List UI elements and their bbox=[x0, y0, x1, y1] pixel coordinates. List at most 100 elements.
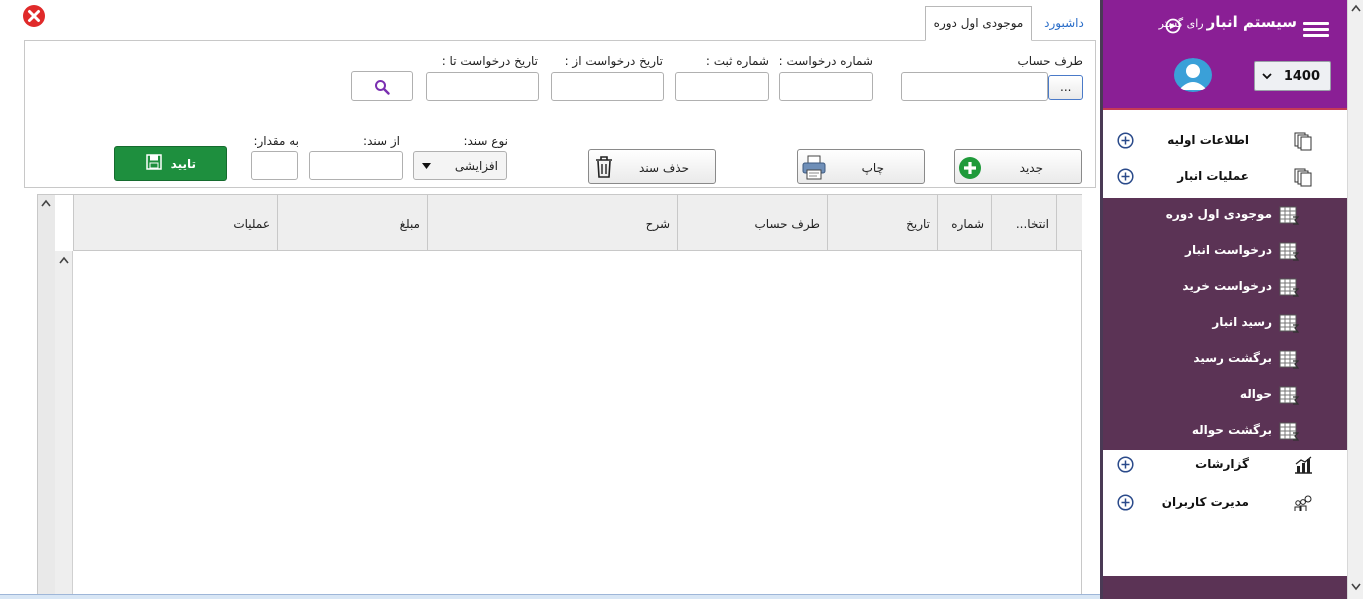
documents-icon bbox=[1294, 168, 1312, 187]
tab-dashboard[interactable]: داشبورد bbox=[1036, 6, 1092, 41]
sidebar-item-user-management[interactable]: مدیرت کاربران bbox=[1103, 486, 1347, 520]
date-from-label: تاریخ درخواست از : bbox=[564, 54, 663, 68]
expand-plus-icon[interactable] bbox=[1117, 456, 1134, 473]
sheet-icon bbox=[1279, 242, 1299, 261]
account-browse-button[interactable]: ... bbox=[1048, 75, 1083, 100]
delete-document-button[interactable]: حذف سند bbox=[588, 149, 716, 184]
sidebar: سیستم انباررای گستر 1400 اطلاعات اولیه ع… bbox=[1100, 0, 1347, 599]
grid-header-corner bbox=[1056, 195, 1082, 251]
sheet-icon bbox=[1279, 206, 1299, 225]
sidebar-header: سیستم انباررای گستر 1400 bbox=[1103, 0, 1347, 110]
amount-input[interactable] bbox=[251, 151, 298, 180]
column-header-account[interactable]: طرف حساب bbox=[677, 195, 827, 251]
expand-plus-icon[interactable] bbox=[1117, 494, 1134, 511]
sheet-icon bbox=[1279, 422, 1299, 441]
year-select[interactable]: 1400 bbox=[1254, 61, 1331, 91]
submenu-item-label: درخواست انبار bbox=[1185, 243, 1272, 257]
bar-chart-icon bbox=[1295, 456, 1312, 474]
sidebar-item-warehouse-receipt[interactable]: رسید انبار bbox=[1103, 306, 1347, 340]
from-document-label: از سند: bbox=[363, 134, 400, 148]
column-header-date[interactable]: تاریخ bbox=[827, 195, 937, 251]
column-header-label: مبلغ bbox=[399, 217, 420, 231]
date-to-label: تاریخ درخواست تا : bbox=[441, 54, 538, 68]
sidebar-item-purchase-request[interactable]: درخواست خرید bbox=[1103, 270, 1347, 304]
document-type-value: افزایشی bbox=[454, 159, 498, 173]
data-grid: انتخا... شماره تاریخ طرف حساب شرح مبلغ ع… bbox=[37, 194, 1082, 599]
confirm-button[interactable]: تایید bbox=[114, 146, 227, 181]
sheet-icon bbox=[1279, 314, 1299, 333]
column-header-label: شرح bbox=[645, 217, 670, 231]
sidebar-item-remittance[interactable]: حواله bbox=[1103, 378, 1347, 412]
search-icon bbox=[375, 80, 390, 95]
column-header-label: تاریخ bbox=[906, 217, 930, 231]
search-button[interactable] bbox=[351, 71, 413, 101]
submenu-item-label: حواله bbox=[1239, 387, 1272, 401]
grid-header: انتخا... شماره تاریخ طرف حساب شرح مبلغ ع… bbox=[73, 195, 1056, 251]
sidebar-item-label: مدیرت کاربران bbox=[1161, 495, 1249, 509]
account-label: طرف حساب bbox=[1017, 54, 1083, 68]
add-icon bbox=[959, 157, 981, 179]
new-button[interactable]: جدید bbox=[954, 149, 1082, 184]
expand-plus-icon[interactable] bbox=[1117, 132, 1134, 149]
page-scrollbar[interactable] bbox=[1347, 0, 1363, 599]
close-icon[interactable] bbox=[22, 4, 46, 28]
sheet-icon bbox=[1279, 350, 1299, 369]
column-header-select[interactable]: انتخا... bbox=[991, 195, 1056, 251]
users-icon bbox=[1294, 495, 1312, 511]
request-number-input[interactable] bbox=[779, 72, 873, 101]
column-header-label: عملیات bbox=[233, 217, 270, 231]
avatar[interactable] bbox=[1173, 58, 1213, 92]
documents-icon bbox=[1294, 132, 1312, 151]
trash-icon bbox=[596, 156, 612, 178]
save-icon bbox=[146, 154, 162, 170]
new-label: جدید bbox=[1019, 161, 1043, 175]
grid-scrollbar[interactable] bbox=[38, 195, 55, 599]
sidebar-item-label: عملیات انبار bbox=[1177, 169, 1249, 183]
user-avatar-icon bbox=[1174, 58, 1212, 92]
sidebar-item-warehouse-ops[interactable]: عملیات انبار bbox=[1103, 160, 1347, 194]
sidebar-item-label: گزارشات bbox=[1195, 457, 1249, 471]
scroll-up-icon[interactable] bbox=[41, 199, 51, 207]
date-to-input[interactable] bbox=[426, 72, 539, 101]
column-header-amount[interactable]: مبلغ bbox=[277, 195, 427, 251]
column-header-number[interactable]: شماره bbox=[937, 195, 991, 251]
account-input[interactable] bbox=[901, 72, 1048, 101]
grid-row-header bbox=[55, 251, 73, 599]
browse-label: ... bbox=[1060, 80, 1072, 94]
printer-icon bbox=[802, 155, 826, 180]
request-number-label: شماره درخواست : bbox=[778, 54, 873, 68]
column-header-label: شماره bbox=[951, 217, 984, 231]
column-header-operations[interactable]: عملیات bbox=[73, 195, 277, 251]
submenu-item-label: موجودی اول دوره bbox=[1165, 207, 1272, 221]
confirm-label: تایید bbox=[170, 157, 196, 171]
sidebar-item-warehouse-request[interactable]: درخواست انبار bbox=[1103, 234, 1347, 268]
expand-plus-icon[interactable] bbox=[1117, 168, 1134, 185]
tab-opening-inventory[interactable]: موجودی اول دوره bbox=[925, 6, 1032, 41]
sidebar-item-receipt-return[interactable]: برگشت رسید bbox=[1103, 342, 1347, 376]
chevron-down-icon bbox=[1262, 73, 1272, 80]
scroll-down-icon[interactable] bbox=[1351, 583, 1361, 591]
from-document-input[interactable] bbox=[309, 151, 403, 180]
submenu-item-label: درخواست خرید bbox=[1182, 279, 1272, 293]
sidebar-item-basic-info[interactable]: اطلاعات اولیه bbox=[1103, 124, 1347, 158]
sidebar-item-opening-inventory[interactable]: موجودی اول دوره bbox=[1103, 198, 1347, 232]
sheet-icon bbox=[1279, 278, 1299, 297]
hamburger-menu-icon[interactable] bbox=[1303, 22, 1329, 38]
print-label: چاپ bbox=[861, 161, 884, 175]
sheet-icon bbox=[1279, 386, 1299, 405]
document-type-select[interactable]: افزایشی bbox=[413, 151, 507, 180]
column-header-description[interactable]: شرح bbox=[427, 195, 677, 251]
app-title-main: سیستم انبار bbox=[1206, 13, 1297, 31]
date-from-input[interactable] bbox=[551, 72, 664, 101]
sidebar-footer bbox=[1103, 576, 1347, 599]
print-button[interactable]: چاپ bbox=[797, 149, 925, 184]
registration-number-label: شماره ثبت : bbox=[705, 54, 769, 68]
scroll-up-icon[interactable] bbox=[1351, 4, 1361, 12]
column-header-label: طرف حساب bbox=[754, 217, 820, 231]
scroll-up-icon[interactable] bbox=[59, 256, 69, 264]
registration-number-input[interactable] bbox=[675, 72, 769, 101]
sidebar-item-remittance-return[interactable]: برگشت حواله bbox=[1103, 414, 1347, 448]
filter-panel: طرف حساب شماره درخواست : شماره ثبت : تار… bbox=[24, 40, 1096, 188]
sidebar-item-reports[interactable]: گزارشات bbox=[1103, 448, 1347, 482]
submenu-item-label: برگشت حواله bbox=[1191, 423, 1272, 437]
